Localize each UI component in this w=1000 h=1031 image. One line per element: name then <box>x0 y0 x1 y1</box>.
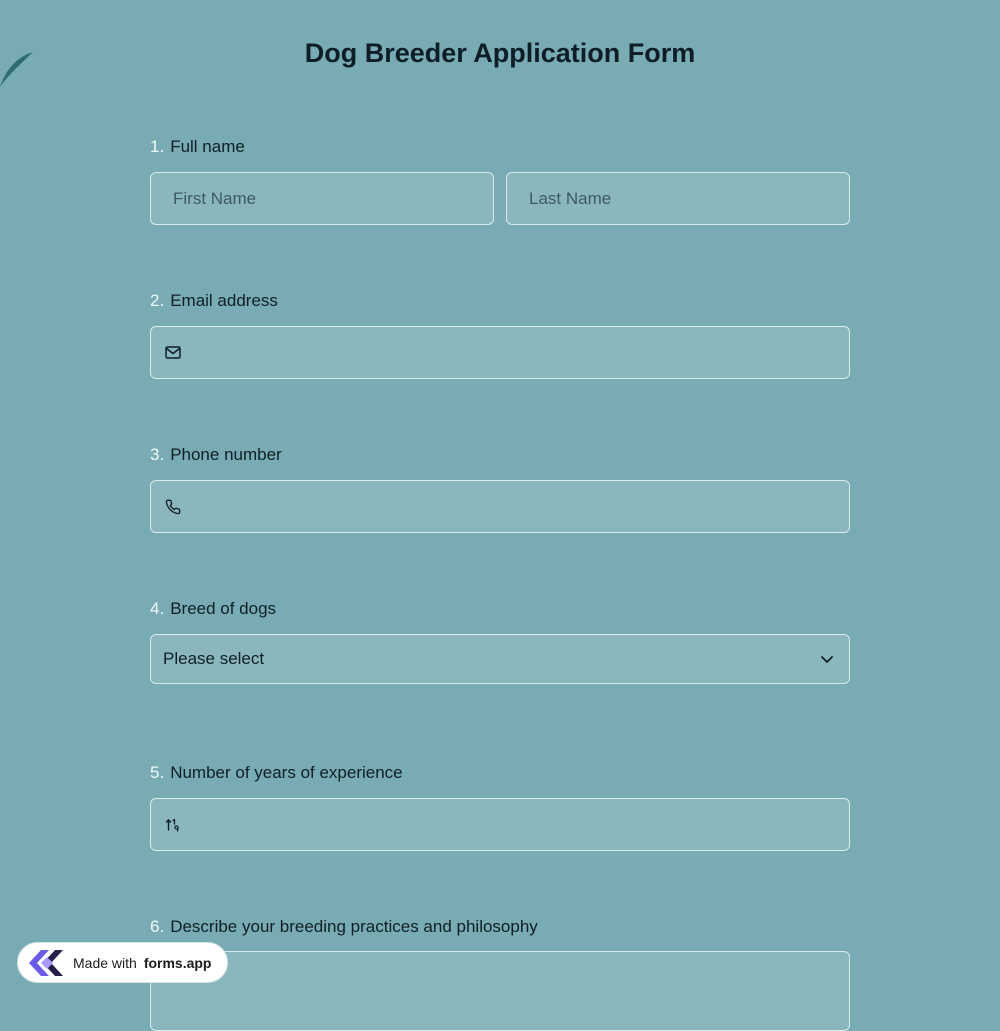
phone-field[interactable] <box>150 480 850 533</box>
first-name-input[interactable] <box>171 172 493 225</box>
question-email: 2. Email address <box>150 290 850 379</box>
phone-icon <box>164 498 182 516</box>
question-text: Number of years of experience <box>170 763 403 782</box>
question-breeding-practices: 6. Describe your breeding practices and p… <box>150 916 850 1031</box>
question-label: 4. Breed of dogs <box>150 598 850 620</box>
question-number: 6. <box>150 917 165 936</box>
question-phone: 3. Phone number <box>150 444 850 533</box>
form-title: Dog Breeder Application Form <box>304 38 696 68</box>
name-row <box>150 172 850 225</box>
question-number: 2. <box>150 291 165 310</box>
question-number: 1. <box>150 137 165 156</box>
question-text: Email address <box>170 291 278 310</box>
question-label: 2. Email address <box>150 290 850 312</box>
email-field[interactable] <box>150 326 850 379</box>
breed-select-value: Please select <box>163 649 265 668</box>
question-breed: 4. Breed of dogs Please select <box>150 598 850 684</box>
experience-input[interactable] <box>199 798 849 851</box>
email-input[interactable] <box>199 326 849 379</box>
first-name-field[interactable] <box>150 172 494 225</box>
number-sort-icon <box>164 816 182 834</box>
badge-prefix: Made with <box>73 954 137 971</box>
question-text: Describe your breeding practices and phi… <box>170 917 538 936</box>
question-number: 5. <box>150 763 165 782</box>
experience-field[interactable] <box>150 798 850 851</box>
question-number: 3. <box>150 445 165 464</box>
question-experience: 5. Number of years of experience <box>150 762 850 851</box>
question-label: 6. Describe your breeding practices and p… <box>150 916 850 938</box>
question-text: Breed of dogs <box>170 599 277 618</box>
question-number: 4. <box>150 599 165 618</box>
forms-app-logo-icon <box>26 946 66 980</box>
chevron-down-icon <box>819 651 835 667</box>
question-text: Phone number <box>170 445 282 464</box>
last-name-field[interactable] <box>506 172 850 225</box>
breed-select[interactable]: Please select <box>150 634 850 684</box>
question-text: Full name <box>170 137 245 156</box>
last-name-input[interactable] <box>527 172 849 225</box>
phone-input[interactable] <box>199 480 849 533</box>
question-label: 1. Full name <box>150 136 850 158</box>
question-full-name: 1. Full name <box>150 136 850 225</box>
envelope-icon <box>164 344 182 362</box>
breeding-practices-textarea[interactable] <box>150 951 850 1031</box>
badge-brand: forms.app <box>143 954 212 971</box>
question-label: 3. Phone number <box>150 444 850 466</box>
question-label: 5. Number of years of experience <box>150 762 850 784</box>
made-with-badge[interactable]: Made with forms.app <box>17 942 228 983</box>
